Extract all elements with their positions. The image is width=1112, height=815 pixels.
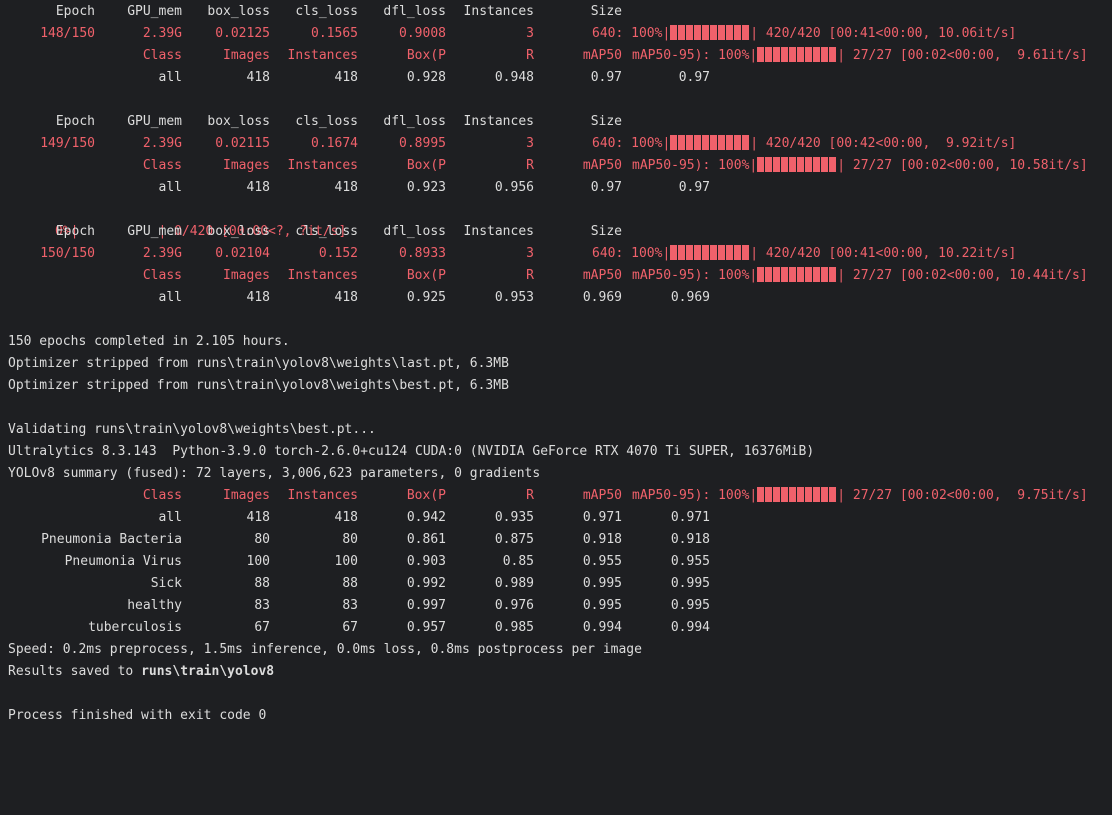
optimizer-stripped-best-line: Optimizer stripped from runs\train\yolov… (8, 378, 509, 393)
val-map50-95: 0.995 (670, 598, 710, 613)
final-val-row: healthy 83 83 0.997 0.976 0.995 0.995 (8, 595, 1112, 617)
train-progress-lead: 640: 100%| (592, 26, 671, 41)
val-map50-95: 0.969 (670, 290, 710, 305)
train-progress-lead: 640: 100%| (592, 136, 671, 151)
val-header-row: Class Images Instances Box(P R mAP50 mAP… (8, 45, 1112, 67)
val-map50-header: mAP50 (582, 158, 622, 173)
val-all-row: all 418 418 0.925 0.953 0.969 0.969 (8, 287, 1112, 309)
val-progress-lead: mAP50-95): 100%| (632, 48, 758, 63)
zero-progress-row: 0%| | 0/420 [00:00<?, ?it/s] (8, 199, 1112, 239)
val-map50-header: mAP50 (582, 488, 622, 503)
val-progress: mAP50-95): 100%| | 27/27 [00:02<00:00, 10… (632, 265, 1088, 287)
environment-line: Ultralytics 8.3.143 Python-3.9.0 torch-2… (8, 444, 815, 459)
val-header-row: Class Images Instances Box(P R mAP50 mAP… (8, 265, 1112, 287)
instances: 3 (526, 246, 534, 261)
epochs-completed-line: 150 epochs completed in 2.105 hours. (8, 334, 290, 349)
final-val-row: Pneumonia Virus 100 100 0.903 0.85 0.955… (8, 551, 1112, 573)
instances: 3 (526, 136, 534, 151)
val-progress: mAP50-95): 100%| | 27/27 [00:02<00:00, 9.… (632, 485, 1088, 507)
final-val-row: Sick 88 88 0.992 0.989 0.995 0.995 (8, 573, 1112, 595)
validating-line: Validating runs\train\yolov8\weights\bes… (8, 422, 376, 437)
val-progress: mAP50-95): 100%| | 27/27 [00:02<00:00, 10… (632, 155, 1088, 177)
train-progress: 640: 100%| | 420/420 [00:41<00:00, 10.22i… (592, 243, 1016, 265)
train-progress: 640: 100%| | 420/420 [00:42<00:00, 9.92it… (592, 133, 1016, 155)
val-map50-95: 0.971 (670, 510, 710, 525)
progress-bar (757, 487, 838, 502)
val-map50-95: 0.918 (670, 532, 710, 547)
val-progress-tail: | 27/27 [00:02<00:00, 9.75it/s] (837, 488, 1088, 503)
progress-bar (670, 245, 751, 260)
val-progress-lead: mAP50-95): 100%| (632, 268, 758, 283)
epoch-train-row: 148/150 2.39G 0.02125 0.1565 0.9008 3 64… (8, 23, 1112, 45)
speed-line: Speed: 0.2ms preprocess, 1.5ms inference… (8, 642, 642, 657)
val-progress-lead: mAP50-95): 100%| (632, 488, 758, 503)
val-progress: mAP50-95): 100%| | 27/27 [00:02<00:00, 9.… (632, 45, 1088, 67)
val-all-row: all 418 418 0.928 0.948 0.97 0.97 (8, 67, 1112, 89)
progress-bar (670, 25, 751, 40)
train-progress-lead: 640: 100%| (592, 246, 671, 261)
train-progress-tail: | 420/420 [00:41<00:00, 10.06it/s] (750, 26, 1017, 41)
final-val-header-row: Class Images Instances Box(P R mAP50 mAP… (8, 485, 1112, 507)
val-map50-95: 0.955 (670, 554, 710, 569)
epoch-header-row: Epoch GPU_mem box_loss cls_loss dfl_loss… (8, 1, 1112, 23)
final-val-row: tuberculosis 67 67 0.957 0.985 0.994 0.9… (8, 617, 1112, 639)
model-summary-line: YOLOv8 summary (fused): 72 layers, 3,006… (8, 466, 541, 481)
val-progress-tail: | 27/27 [00:02<00:00, 10.58it/s] (837, 158, 1088, 173)
col-size-header: Size (590, 4, 622, 19)
val-map50-95: 0.995 (670, 576, 710, 591)
col-size-header: Size (590, 114, 622, 129)
val-map50-95: 0.994 (670, 620, 710, 635)
final-val-row: Pneumonia Bacteria 80 80 0.861 0.875 0.9… (8, 529, 1112, 551)
val-header-row: Class Images Instances Box(P R mAP50 mAP… (8, 155, 1112, 177)
results-saved-line: Results saved to runs\train\yolov8 (8, 661, 1112, 683)
epoch-train-row: 149/150 2.39G 0.02115 0.1674 0.8995 3 64… (8, 133, 1112, 155)
progress-bar (757, 267, 838, 282)
epoch-train-row: 150/150 2.39G 0.02104 0.152 0.8933 3 640… (8, 243, 1112, 265)
val-all-row: all 418 418 0.923 0.956 0.97 0.97 (8, 177, 1112, 199)
val-progress-tail: | 27/27 [00:02<00:00, 9.61it/s] (837, 48, 1088, 63)
col-size-header: Size (590, 224, 622, 239)
val-map50-header: mAP50 (582, 268, 622, 283)
results-prefix: Results saved to (8, 664, 142, 679)
optimizer-stripped-last-line: Optimizer stripped from runs\train\yolov… (8, 356, 509, 371)
val-map50-95: 0.97 (678, 180, 710, 195)
instances: 3 (526, 26, 534, 41)
process-exit-line: Process finished with exit code 0 (8, 708, 267, 723)
train-progress-tail: | 420/420 [00:42<00:00, 9.92it/s] (750, 136, 1017, 151)
train-progress: 640: 100%| | 420/420 [00:41<00:00, 10.06i… (592, 23, 1016, 45)
val-map50-header: mAP50 (582, 48, 622, 63)
val-progress-tail: | 27/27 [00:02<00:00, 10.44it/s] (837, 268, 1088, 283)
results-path: runs\train\yolov8 (141, 664, 275, 679)
progress-bar (670, 135, 751, 150)
epoch-header-row: Epoch GPU_mem box_loss cls_loss dfl_loss… (8, 221, 1112, 243)
progress-bar (757, 47, 838, 62)
val-map50-95: 0.97 (678, 70, 710, 85)
final-val-row: all 418 418 0.942 0.935 0.971 0.971 (8, 507, 1112, 529)
val-progress-lead: mAP50-95): 100%| (632, 158, 758, 173)
run-console-output[interactable]: Epoch GPU_mem box_loss cls_loss dfl_loss… (8, 1, 1112, 727)
progress-bar (757, 157, 838, 172)
epoch-header-row: Epoch GPU_mem box_loss cls_loss dfl_loss… (8, 111, 1112, 133)
train-progress-tail: | 420/420 [00:41<00:00, 10.22it/s] (750, 246, 1017, 261)
